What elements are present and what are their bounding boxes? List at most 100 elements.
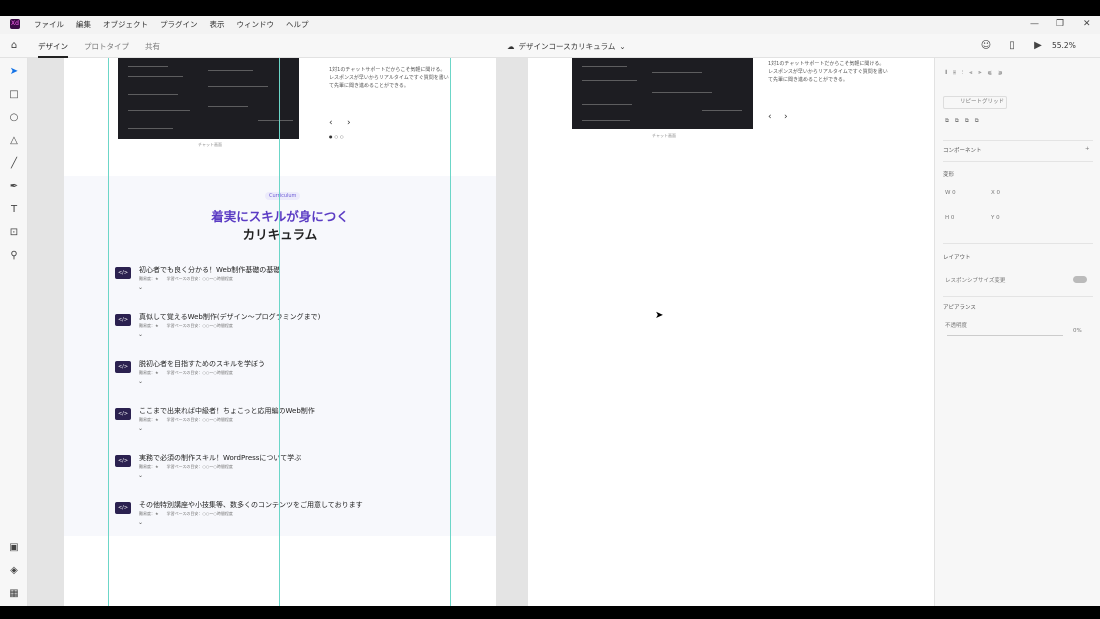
chat-caption: チャット画面 [652, 133, 676, 138]
user-icon[interactable]: ☺ [980, 40, 992, 52]
curriculum-heading-line2: カリキュラム [64, 224, 496, 243]
carousel-dots: ●○○ [329, 134, 346, 139]
menu-help[interactable]: ヘルプ [286, 19, 309, 30]
menu-plugin[interactable]: プラグイン [160, 19, 198, 30]
menu-file[interactable]: ファイル [34, 19, 64, 30]
divider [943, 243, 1093, 244]
chevron-down-icon[interactable]: ⌄ [138, 472, 143, 479]
chevron-down-icon[interactable]: ⌄ [138, 425, 143, 432]
curriculum-item[interactable]: </> 実務で必須の制作スキル！WordPressについて学ぶ 難易度：★ 学習… [115, 451, 435, 481]
curriculum-item[interactable]: </> 初心者でも良く分かる！Web制作基礎の基礎 難易度：★ 学習ペースの目安… [115, 263, 435, 293]
artboard-desktop[interactable]: チャット画面 1対1のチャットサポートだからこそ気軽に聞ける。レスポンスが早いか… [64, 58, 496, 606]
select-tool-icon[interactable]: ➤ [8, 66, 20, 78]
curriculum-item[interactable]: </> ここまで出来れば中級者！ちょこっと応用編のWeb制作 難易度：★ 学習ペ… [115, 404, 435, 434]
chat-screenshot-image [572, 58, 753, 129]
transform-label: 変形 [943, 172, 955, 178]
menu-window[interactable]: ウィンドウ [237, 19, 275, 30]
component-label: コンポーネント [943, 148, 982, 154]
width-field[interactable]: W 0 [945, 190, 956, 196]
layout-guide [279, 58, 280, 606]
text-tool-icon[interactable]: T [8, 204, 20, 216]
menu-bar: ファイル 編集 オブジェクト プラグイン 表示 ウィンドウ ヘルプ [34, 19, 309, 30]
code-icon: </> [115, 267, 131, 279]
layers-icon[interactable]: ◈ [8, 565, 20, 577]
menu-edit[interactable]: 編集 [76, 19, 91, 30]
curriculum-item-meta: 難易度：★ 学習ペースの目安：○○〜○時間程度 [139, 276, 233, 281]
align-icons[interactable]: ⫴⫵⫶⫷⫸⫹⫺ [945, 70, 1009, 77]
menu-view[interactable]: 表示 [210, 19, 225, 30]
curriculum-item-meta: 難易度：★ 学習ペースの目安：○○〜○時間程度 [139, 417, 233, 422]
plugins-icon[interactable]: ▦ [8, 588, 20, 600]
minimize-icon[interactable]: — [1030, 19, 1039, 29]
curriculum-item[interactable]: </> 真似して覚えるWeb制作(デザイン〜プログラミングまで) 難易度：★ 学… [115, 310, 435, 340]
curriculum-item[interactable]: </> 脱初心者を目指すためのスキルを学ぼう 難易度：★ 学習ペースの目安：○○… [115, 357, 435, 387]
zoom-level[interactable]: 55.2% [1052, 41, 1076, 50]
layout-label: レイアウト [943, 255, 971, 261]
tab-prototype[interactable]: プロトタイプ [84, 41, 129, 58]
top-letterbox [0, 0, 1100, 16]
document-name: デザインコースカリキュラム [518, 42, 616, 51]
curriculum-item-title: 脱初心者を目指すためのスキルを学ぼう [139, 360, 265, 368]
bottom-letterbox [0, 606, 1100, 619]
tool-sidebar: ➤ □ ○ △ ╱ ✒ T ⊡ ⚲ ▣ ◈ ▦ [0, 58, 28, 606]
y-field[interactable]: Y 0 [991, 215, 1000, 221]
curriculum-item-title: その他特別講座や小技集等、数多くのコンテンツをご用意しております [139, 501, 363, 509]
carousel-prev-icon[interactable]: ‹ [768, 112, 772, 122]
pen-tool-icon[interactable]: ✒ [8, 181, 20, 193]
play-icon[interactable]: ▶ [1032, 40, 1044, 52]
chevron-down-icon[interactable]: ⌄ [138, 331, 143, 338]
chevron-down-icon[interactable]: ⌄ [138, 378, 143, 385]
curriculum-badge: Curriculum [265, 192, 301, 200]
menu-object[interactable]: オブジェクト [103, 19, 148, 30]
chat-caption: チャット画面 [198, 142, 222, 147]
title-bar: Xd ファイル 編集 オブジェクト プラグイン 表示 ウィンドウ ヘルプ — ❐… [0, 16, 1100, 34]
design-canvas[interactable]: チャット画面 1対1のチャットサポートだからこそ気軽に聞ける。レスポンスが早いか… [28, 58, 934, 606]
assets-icon[interactable]: ▣ [8, 542, 20, 554]
document-title[interactable]: ☁ デザインコースカリキュラム ⌄ [507, 41, 626, 52]
code-icon: </> [115, 455, 131, 467]
mobile-preview-icon[interactable]: ▯ [1006, 40, 1018, 52]
chat-description: 1対1のチャットサポートだからこそ気軽に聞ける。レスポンスが早いからリアルタイム… [329, 67, 449, 89]
zoom-tool-icon[interactable]: ⚲ [8, 250, 20, 262]
chevron-down-icon[interactable]: ⌄ [138, 519, 143, 526]
opacity-slider[interactable] [947, 335, 1063, 336]
line-tool-icon[interactable]: ╱ [8, 158, 20, 170]
artboard-mobile[interactable]: チャット画面 1対1のチャットサポートだからこそ気軽に聞ける。レスポンスが早いか… [528, 58, 934, 606]
x-field[interactable]: X 0 [991, 190, 1000, 196]
chat-screenshot-image [118, 58, 299, 139]
layout-guide [108, 58, 109, 606]
curriculum-item-title: ここまで出来れば中級者！ちょこっと応用編のWeb制作 [139, 407, 315, 415]
plus-icon[interactable]: + [1085, 146, 1090, 152]
curriculum-item[interactable]: </> その他特別講座や小技集等、数多くのコンテンツをご用意しております 難易度… [115, 498, 435, 528]
chevron-down-icon[interactable]: ⌄ [138, 284, 143, 291]
mouse-cursor-icon: ➤ [655, 310, 664, 321]
tab-design[interactable]: デザイン [38, 41, 68, 58]
divider [943, 161, 1093, 162]
home-icon[interactable]: ⌂ [8, 40, 20, 52]
divider [943, 140, 1093, 141]
close-icon[interactable]: ✕ [1083, 19, 1091, 29]
repeat-grid-button[interactable]: リピートグリッド [943, 96, 1007, 109]
top-toolbar: ⌂ デザイン プロトタイプ 共有 ☁ デザインコースカリキュラム ⌄ ☺ ▯ ▶… [0, 34, 1100, 58]
height-field[interactable]: H 0 [945, 215, 954, 221]
curriculum-heading-line1: 着実にスキルが身につく [64, 206, 496, 225]
carousel-next-icon[interactable]: › [347, 118, 351, 128]
cloud-icon: ☁ [507, 42, 515, 51]
curriculum-item-meta: 難易度：★ 学習ペースの目安：○○〜○時間程度 [139, 511, 233, 516]
code-icon: </> [115, 314, 131, 326]
restore-icon[interactable]: ❐ [1056, 19, 1064, 29]
curriculum-item-meta: 難易度：★ 学習ペースの目安：○○〜○時間程度 [139, 323, 233, 328]
ellipse-tool-icon[interactable]: ○ [8, 112, 20, 124]
boolean-icons[interactable]: ⧉⧉⧉⧉ [945, 118, 985, 125]
polygon-tool-icon[interactable]: △ [8, 135, 20, 147]
carousel-next-icon[interactable]: › [784, 112, 788, 122]
code-icon: </> [115, 408, 131, 420]
responsive-resize-toggle[interactable] [1073, 276, 1087, 283]
curriculum-item-title: 初心者でも良く分かる！Web制作基礎の基礎 [139, 266, 281, 274]
carousel-prev-icon[interactable]: ‹ [329, 118, 333, 128]
artboard-tool-icon[interactable]: ⊡ [8, 227, 20, 239]
rectangle-tool-icon[interactable]: □ [8, 89, 20, 101]
xd-app-window: Xd ファイル 編集 オブジェクト プラグイン 表示 ウィンドウ ヘルプ — ❐… [0, 0, 1100, 619]
opacity-value[interactable]: 0% [1073, 328, 1082, 334]
tab-share[interactable]: 共有 [145, 41, 160, 58]
